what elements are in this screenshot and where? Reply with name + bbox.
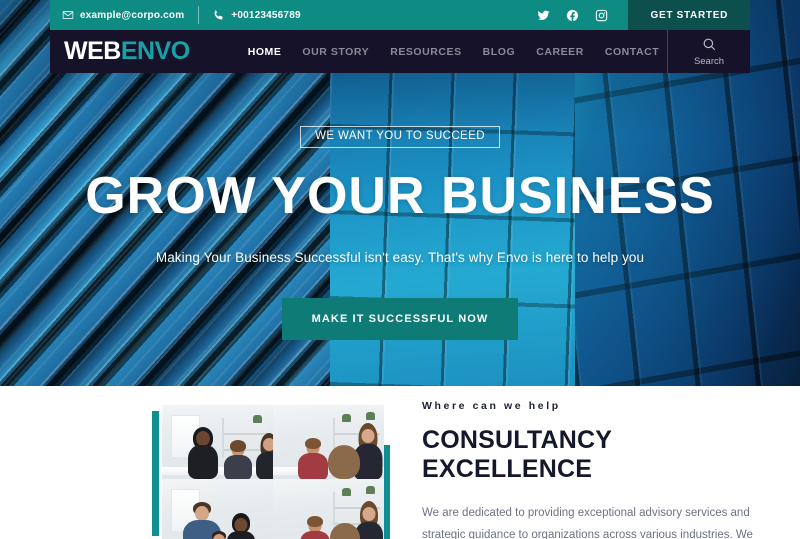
hero-badge: WE WANT YOU TO SUCCEED (300, 126, 500, 148)
hero-headline: GROW YOUR BUSINESS (85, 166, 715, 225)
top-contact-info: example@corpo.com +00123456789 (50, 6, 301, 24)
accent-bar-left (152, 411, 159, 536)
nav-item-our-story[interactable]: OUR STORY (302, 46, 369, 58)
contact-email-text: example@corpo.com (80, 9, 185, 21)
twitter-icon[interactable] (537, 9, 550, 22)
collage-photo-3 (162, 479, 273, 539)
phone-icon (213, 9, 225, 21)
contact-email[interactable]: example@corpo.com (62, 9, 184, 21)
top-contact-bar: example@corpo.com +00123456789 GET START… (50, 0, 750, 30)
section-text-column: Where can we help CONSULTANCY EXCELLENCE… (422, 400, 762, 539)
section-eyebrow: Where can we help (422, 400, 561, 412)
search-toggle[interactable]: Search (668, 30, 750, 73)
page-root: WE WANT YOU TO SUCCEED GROW YOUR BUSINES… (0, 0, 800, 539)
get-started-button[interactable]: GET STARTED (628, 0, 750, 30)
nav-item-blog[interactable]: BLOG (483, 46, 516, 58)
accent-bar-right (383, 445, 390, 539)
instagram-icon[interactable] (595, 9, 608, 22)
contact-phone[interactable]: +00123456789 (213, 9, 301, 21)
section-body-text: We are dedicated to providing exceptiona… (422, 507, 753, 539)
nav-menu: HOME OUR STORY RESOURCES BLOG CAREER CON… (248, 46, 660, 58)
hero-cta-button[interactable]: MAKE IT SUCCESSFUL NOW (281, 297, 519, 340)
nav-item-resources[interactable]: RESOURCES (390, 46, 461, 58)
consultancy-section: Where can we help CONSULTANCY EXCELLENCE… (0, 386, 800, 539)
nav-item-contact[interactable]: CONTACT (605, 46, 659, 58)
site-logo[interactable]: WEBENVO (50, 39, 190, 64)
collage-images (162, 405, 384, 539)
logo-text-accent: ENVO (120, 37, 190, 65)
collage-grid (162, 405, 384, 539)
section-title-line-1: CONSULTANCY (422, 426, 613, 454)
section-title-line-2: EXCELLENCE (422, 455, 593, 483)
main-navbar: WEBENVO HOME OUR STORY RESOURCES BLOG CA… (50, 30, 750, 73)
hero-subtitle: Making Your Business Successful isn't ea… (155, 249, 645, 265)
section-title: CONSULTANCY EXCELLENCE (422, 426, 762, 484)
nav-item-career[interactable]: CAREER (536, 46, 584, 58)
logo-text-primary: WEB (64, 37, 121, 65)
social-links (537, 9, 628, 22)
collage-photo-4 (273, 479, 384, 539)
top-bar-right: GET STARTED (537, 0, 750, 30)
mail-icon (62, 9, 74, 21)
search-label: Search (693, 55, 725, 67)
team-photo-collage (152, 405, 390, 539)
nav-item-home[interactable]: HOME (248, 46, 282, 58)
contact-divider (198, 6, 200, 24)
contact-phone-text: +00123456789 (231, 9, 301, 21)
collage-photo-1 (162, 405, 273, 479)
collage-photo-2 (273, 405, 384, 479)
facebook-icon[interactable] (566, 9, 579, 22)
search-icon (702, 37, 717, 55)
